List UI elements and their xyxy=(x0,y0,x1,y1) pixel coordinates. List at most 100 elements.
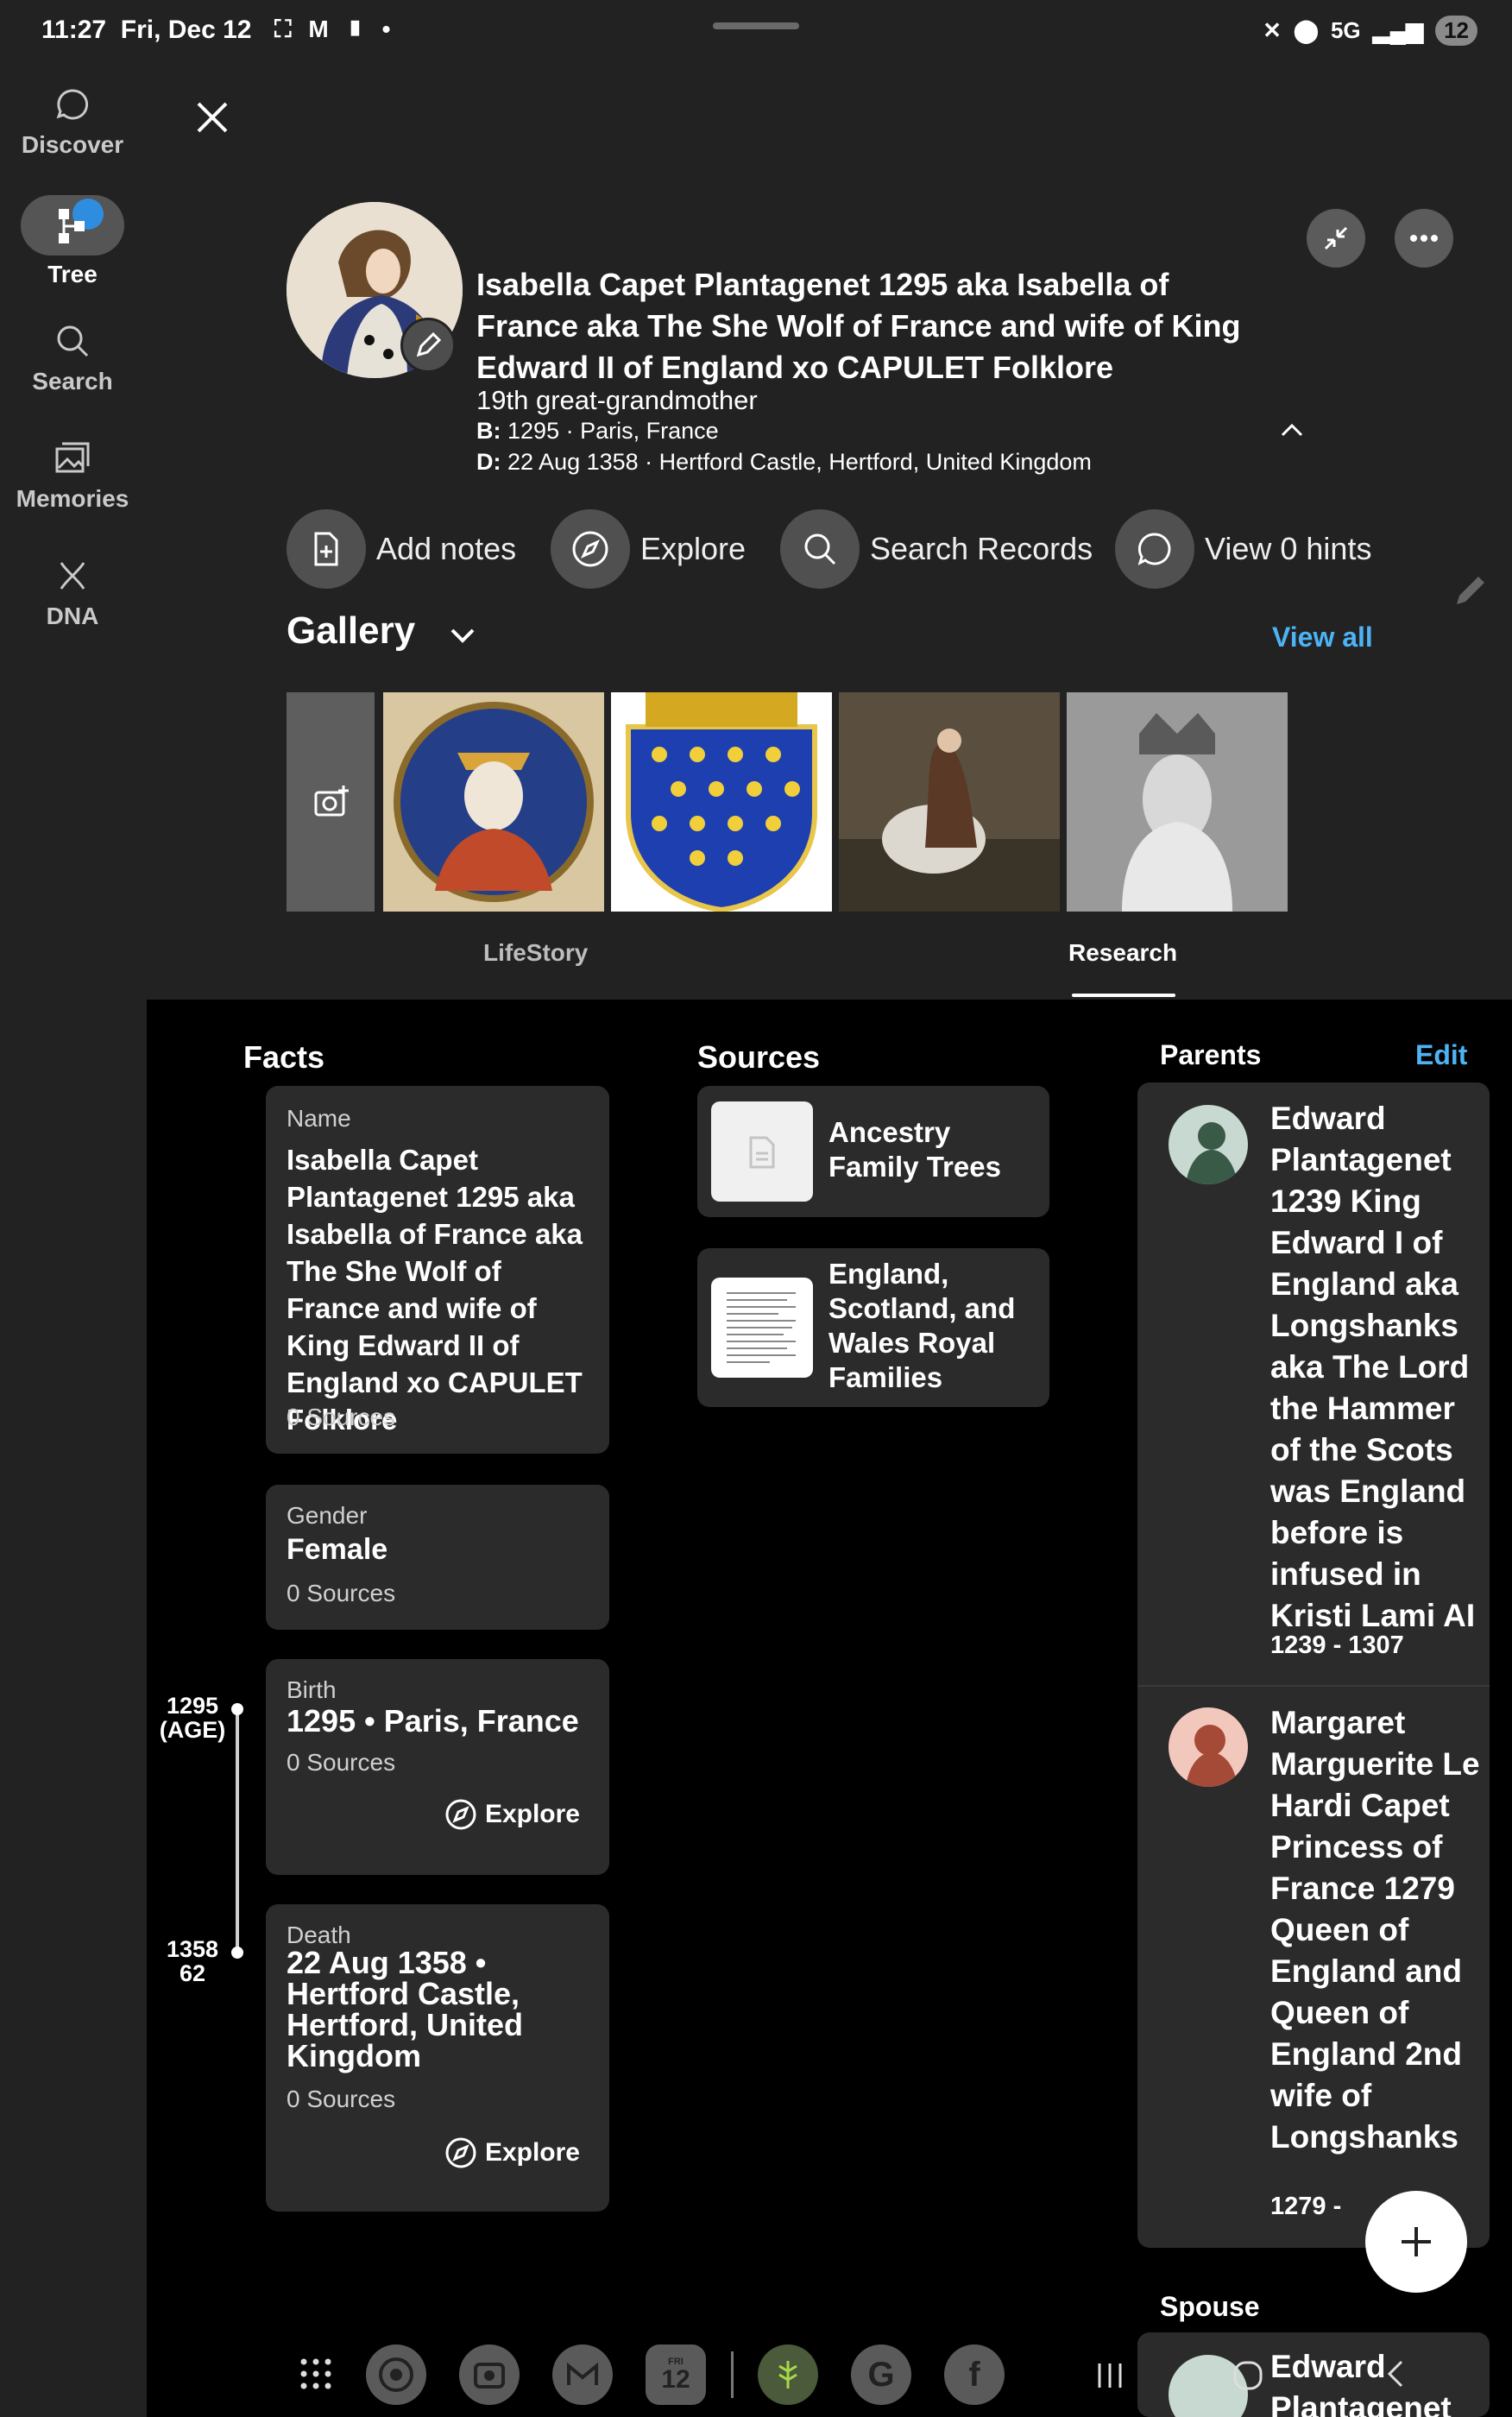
add-note-icon xyxy=(314,532,338,566)
source-card-2[interactable]: England, Scotland, and Wales Royal Famil… xyxy=(697,1248,1049,1407)
death-explore-button[interactable]: Explore xyxy=(444,2136,580,2170)
nav-memories-label: Memories xyxy=(16,485,129,512)
search-records-button[interactable]: Search Records xyxy=(780,509,1093,589)
facebook-app-icon[interactable]: f xyxy=(944,2344,1005,2405)
status-bar: 11:27 Fri, Dec 12 ⛶ M ▮ • ✕ ⬤ 5G ▂▄▆ 12 xyxy=(0,0,1512,69)
nav-dna[interactable]: DNA xyxy=(0,558,145,630)
birth-summary: B: 1295 · Paris, France xyxy=(476,418,719,444)
gallery-image xyxy=(839,692,1060,912)
fact-label: Birth xyxy=(287,1676,337,1703)
relationship: 19th great-grandmother xyxy=(476,385,758,415)
timeline-birth: 1295 (AGE) xyxy=(159,1693,226,1743)
pencil-icon xyxy=(416,331,442,357)
home-icon[interactable] xyxy=(1231,2358,1265,2393)
tab-research[interactable]: Research xyxy=(1068,939,1177,967)
nav-tree-label: Tree xyxy=(47,261,98,287)
document-thumbnail xyxy=(711,1278,813,1378)
compass-icon xyxy=(572,531,608,567)
location-icon: ⬤ xyxy=(1293,17,1319,43)
parent-item-2[interactable]: Margaret Marguerite Le Hardi Capet Princ… xyxy=(1137,1688,1490,2241)
add-notes-button[interactable]: Add notes xyxy=(287,509,516,589)
fact-label: Gender xyxy=(287,1502,368,1529)
divider xyxy=(1137,1685,1490,1687)
search-records-label: Search Records xyxy=(870,531,1093,566)
gallery-photo-1[interactable] xyxy=(383,692,604,912)
timeline-death: 1358 62 xyxy=(166,1936,219,1986)
more-button[interactable] xyxy=(1395,209,1453,268)
add-photo-button[interactable] xyxy=(287,692,375,912)
edit-pencil-icon[interactable] xyxy=(1450,570,1491,611)
source-card-1[interactable]: Ancestry Family Trees xyxy=(697,1086,1049,1217)
chevron-up-icon[interactable] xyxy=(1277,420,1307,440)
collapse-button[interactable] xyxy=(1307,209,1365,268)
explore-button[interactable]: Explore xyxy=(551,509,746,589)
nav-search-label: Search xyxy=(32,368,113,394)
active-tab-indicator xyxy=(1072,994,1175,997)
compass-icon xyxy=(445,2137,476,2168)
camera-app-icon[interactable] xyxy=(459,2344,520,2405)
chrome-app-icon[interactable] xyxy=(366,2344,426,2405)
parent-years: 1279 - xyxy=(1270,2193,1342,2220)
plus-icon xyxy=(1402,2227,1431,2256)
explore-label: Explore xyxy=(640,531,747,566)
fact-card-birth[interactable]: Birth 1295 • Paris, France 0 Sources Exp… xyxy=(266,1659,609,1875)
view-hints-button[interactable]: View 0 hints xyxy=(1115,509,1371,589)
search-icon xyxy=(804,533,836,565)
gallery-image xyxy=(1067,692,1288,912)
add-photo-icon xyxy=(314,786,349,817)
parent-name: Margaret Marguerite Le Hardi Capet Princ… xyxy=(1270,1705,1480,2155)
source-label: England, Scotland, and Wales Royal Famil… xyxy=(828,1258,1016,1393)
close-icon[interactable] xyxy=(190,95,235,140)
dock-divider xyxy=(731,2351,734,2398)
compass-icon xyxy=(445,1799,476,1830)
explore-label: Explore xyxy=(484,2138,580,2167)
ancestry-app-icon[interactable] xyxy=(758,2344,818,2405)
gallery-image xyxy=(611,692,832,912)
status-right: ✕ ⬤ 5G ▂▄▆ 12 xyxy=(1263,16,1477,46)
parent-item-1[interactable]: Edward Plantagenet 1239 King Edward I of… xyxy=(1137,1082,1490,1687)
status-time: 11:27 Fri, Dec 12 xyxy=(41,16,252,44)
fact-sources: 0 Sources xyxy=(287,1580,396,1606)
calendar-date: 12 xyxy=(661,2364,690,2394)
view-hints-label: View 0 hints xyxy=(1205,531,1372,566)
death-summary: D: 22 Aug 1358 · Hertford Castle, Hertfo… xyxy=(476,449,1092,475)
photos-icon xyxy=(55,442,90,473)
nav-memories[interactable]: Memories xyxy=(0,440,145,513)
signal-icon: ▂▄▆ xyxy=(1372,17,1424,43)
timeline-line xyxy=(236,1709,239,1953)
person-name: Isabella Capet Plantagenet 1295 aka Isab… xyxy=(476,267,1241,385)
fact-value: Isabella Capet Plantagenet 1295 aka Isab… xyxy=(287,1144,583,1436)
notification-count: 12 xyxy=(1435,16,1477,46)
edit-photo-button[interactable] xyxy=(400,318,456,373)
drag-handle[interactable] xyxy=(713,22,799,29)
google-app-icon[interactable]: G xyxy=(851,2344,911,2405)
chevron-down-icon[interactable] xyxy=(445,623,480,649)
add-fab-button[interactable] xyxy=(1365,2191,1467,2293)
fact-card-name[interactable]: Name Isabella Capet Plantagenet 1295 aka… xyxy=(266,1086,609,1454)
timeline-birth-dot xyxy=(231,1703,243,1715)
gallery-photo-2[interactable] xyxy=(611,692,832,912)
spouse-title: Spouse xyxy=(1160,2291,1260,2322)
gmail-app-icon[interactable] xyxy=(552,2344,613,2405)
view-all-link[interactable]: View all xyxy=(1272,622,1373,653)
recents-icon[interactable] xyxy=(1093,2358,1127,2393)
parent-years: 1239 - 1307 xyxy=(1270,1631,1404,1659)
app-grid-icon[interactable] xyxy=(299,2357,333,2391)
birth-explore-button[interactable]: Explore xyxy=(444,1797,580,1832)
gallery-photo-4[interactable] xyxy=(1067,692,1288,912)
nav-search[interactable]: Search xyxy=(0,323,145,395)
back-icon[interactable] xyxy=(1379,2357,1414,2391)
fact-card-death[interactable]: Death 22 Aug 1358 • Hertford Castle, Her… xyxy=(266,1904,609,2212)
explore-label: Explore xyxy=(484,1800,580,1828)
fact-card-gender[interactable]: Gender Female 0 Sources xyxy=(266,1485,609,1630)
nav-discover[interactable]: Discover xyxy=(0,86,145,159)
avatar xyxy=(1169,1707,1248,1787)
calendar-app-icon[interactable]: FRI 12 xyxy=(646,2344,706,2405)
parents-edit-link[interactable]: Edit xyxy=(1415,1039,1467,1071)
more-icon xyxy=(1410,235,1438,242)
gallery-photo-3[interactable] xyxy=(839,692,1060,912)
tab-lifestory[interactable]: LifeStory xyxy=(483,939,588,967)
collapse-icon xyxy=(1324,226,1348,250)
nav-tree[interactable]: Tree xyxy=(0,261,145,288)
tree-icon xyxy=(59,209,85,243)
